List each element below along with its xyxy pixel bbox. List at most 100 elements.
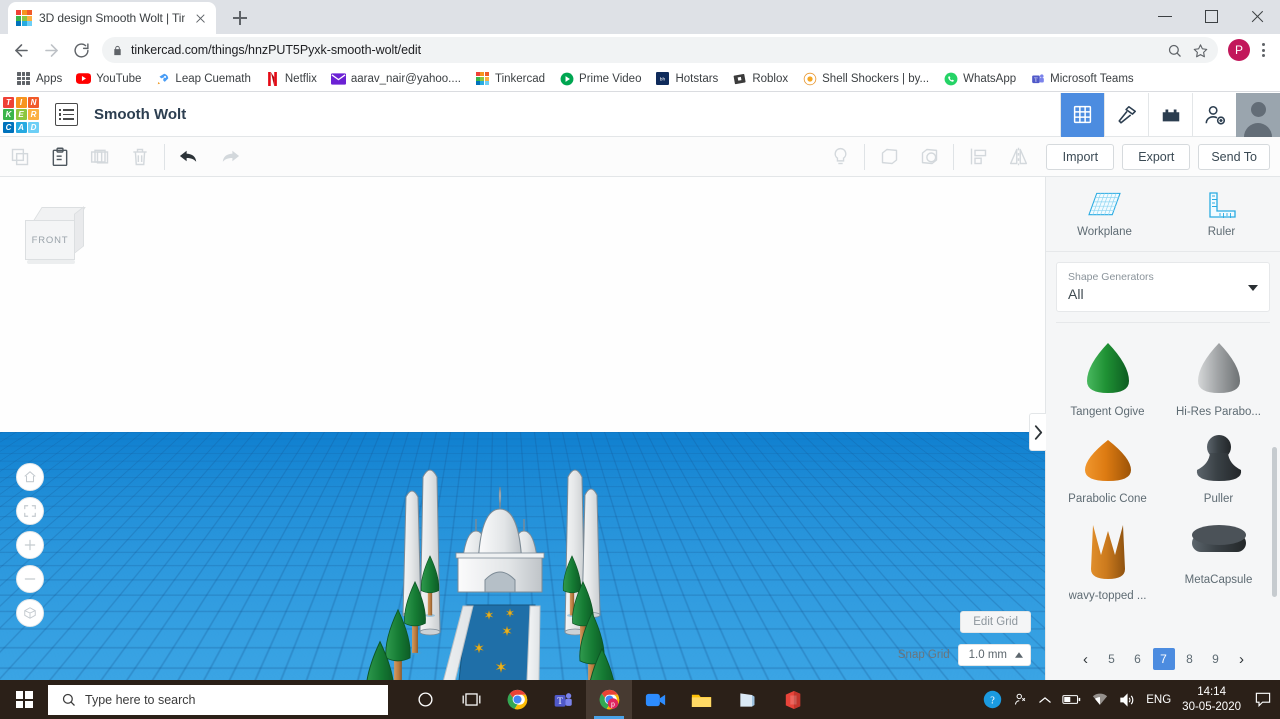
notification-icon[interactable]	[1252, 689, 1274, 711]
profile-avatar[interactable]: P	[1228, 39, 1250, 61]
fit-view-button[interactable]	[16, 497, 44, 525]
logo-letter: A	[15, 121, 27, 133]
browser-tab[interactable]: 3D design Smooth Wolt | Tinkerc	[8, 2, 216, 34]
close-window-button[interactable]	[1234, 0, 1280, 32]
minimize-button[interactable]	[1142, 0, 1188, 32]
shape-item-parabolic-cone[interactable]: Parabolic Cone	[1052, 424, 1163, 511]
invite-tab[interactable]	[1192, 92, 1236, 137]
chrome-active-icon[interactable]: p	[586, 680, 632, 719]
volume-icon[interactable]	[1119, 692, 1135, 707]
blocks-tab[interactable]	[1148, 92, 1192, 137]
mirror-button[interactable]	[998, 137, 1038, 177]
bookmark-label: Tinkercad	[494, 72, 546, 85]
kebab-menu-icon[interactable]	[1252, 37, 1274, 63]
bookmark-netflix[interactable]: Netflix	[259, 69, 323, 88]
start-button[interactable]	[0, 680, 48, 719]
new-tab-button[interactable]	[226, 4, 254, 32]
zoom-in-button[interactable]	[16, 531, 44, 559]
ruler-tool[interactable]: Ruler	[1163, 177, 1280, 251]
delete-button[interactable]	[120, 137, 160, 177]
pagination-page-5[interactable]: 5	[1101, 648, 1123, 670]
reload-button[interactable]	[66, 36, 96, 64]
redo-button[interactable]	[209, 137, 249, 177]
language-indicator[interactable]: ENG	[1146, 694, 1171, 706]
snap-grid-select[interactable]: 1.0 mm	[957, 644, 1031, 666]
view-cube[interactable]: FRONT	[25, 206, 86, 265]
view-cube-front[interactable]: FRONT	[25, 220, 75, 260]
bookmark-prime-video[interactable]: Prime Video	[553, 69, 647, 88]
bookmark-youtube[interactable]: YouTube	[70, 69, 147, 88]
zoom-icon[interactable]	[632, 680, 678, 719]
hammer-icon	[1117, 105, 1136, 124]
search-icon[interactable]	[1162, 38, 1186, 62]
align-button[interactable]	[958, 137, 998, 177]
bookmark-leap-cuemath[interactable]: Leap Cuemath	[149, 69, 256, 88]
import-button[interactable]: Import	[1046, 143, 1115, 170]
shape-item-tangent-ogive[interactable]: Tangent Ogive	[1052, 327, 1163, 424]
panel-collapse-toggle[interactable]	[1029, 413, 1046, 451]
bookmark-shell-shockers[interactable]: Shell Shockers | by...	[796, 69, 935, 88]
codeblocks-tab[interactable]	[1104, 92, 1148, 137]
bookmark-star-icon[interactable]	[1188, 38, 1212, 62]
duplicate-button[interactable]	[80, 137, 120, 177]
ungroup-button[interactable]	[909, 137, 949, 177]
office-icon[interactable]	[770, 680, 816, 719]
ortho-perspective-button[interactable]	[16, 599, 44, 627]
teams-icon[interactable]: T	[540, 680, 586, 719]
group-button[interactable]	[869, 137, 909, 177]
grid-view-tab[interactable]	[1060, 92, 1104, 137]
bookmark-microsoft-teams[interactable]: T Microsoft Teams	[1024, 69, 1140, 88]
home-view-button[interactable]	[16, 463, 44, 491]
taskbar-search[interactable]: Type here to search	[48, 684, 388, 715]
pagination-next[interactable]: ›	[1231, 648, 1253, 670]
forward-button[interactable]	[36, 36, 66, 64]
battery-icon[interactable]	[1062, 694, 1081, 705]
panel-scrollbar[interactable]	[1272, 447, 1277, 597]
pagination-page-9[interactable]: 9	[1205, 648, 1227, 670]
shape-item-wavy-topped[interactable]: wavy-topped ...	[1052, 511, 1163, 608]
pagination-page-7[interactable]: 7	[1152, 648, 1175, 670]
undo-button[interactable]	[169, 137, 209, 177]
project-list-icon[interactable]	[55, 103, 78, 126]
task-view-icon[interactable]	[448, 680, 494, 719]
maximize-button[interactable]	[1188, 0, 1234, 32]
light-bulb-button[interactable]	[820, 137, 860, 177]
close-icon[interactable]	[192, 10, 208, 26]
address-bar[interactable]: tinkercad.com/things/hnzPUT5Pyxk-smooth-…	[102, 37, 1218, 63]
pagination-page-8[interactable]: 8	[1179, 648, 1201, 670]
bookmark-tinkercad[interactable]: Tinkercad	[469, 69, 551, 88]
shape-generators-select[interactable]: Shape Generators All	[1056, 262, 1270, 312]
bookmark-hotstars[interactable]: bh Hotstars	[649, 69, 724, 88]
workplane-tool[interactable]: Workplane	[1046, 177, 1163, 251]
send-to-button[interactable]: Send To	[1198, 143, 1270, 170]
bookmark-apps[interactable]: Apps	[10, 69, 68, 88]
view-cube-side[interactable]	[74, 206, 84, 254]
pagination-page-6[interactable]: 6	[1127, 648, 1149, 670]
edit-grid-button[interactable]: Edit Grid	[960, 611, 1031, 633]
chrome-icon[interactable]	[494, 680, 540, 719]
store-icon[interactable]	[724, 680, 770, 719]
wifi-icon[interactable]	[1092, 693, 1108, 706]
back-button[interactable]	[6, 36, 36, 64]
shape-item-hires-parabolic[interactable]: Hi-Res Parabo...	[1163, 327, 1274, 424]
zoom-out-button[interactable]	[16, 565, 44, 593]
cortana-icon[interactable]	[402, 680, 448, 719]
clock[interactable]: 14:14 30-05-2020	[1182, 685, 1241, 714]
export-button[interactable]: Export	[1122, 143, 1191, 170]
tinkercad-logo[interactable]: T I N K E R C A D	[3, 96, 39, 133]
copy-button[interactable]	[0, 137, 40, 177]
file-explorer-icon[interactable]	[678, 680, 724, 719]
minus-icon	[24, 578, 36, 580]
pagination-prev[interactable]: ‹	[1075, 648, 1097, 670]
people-icon[interactable]	[1013, 692, 1028, 707]
3d-viewport[interactable]: FRONT Edit Grid Snap Grid 1.0 mm	[0, 177, 1045, 680]
shape-item-puller[interactable]: Puller	[1163, 424, 1274, 511]
bookmark-yahoo-mail[interactable]: aarav_nair@yahoo....	[325, 69, 467, 88]
shape-item-metacapsule[interactable]: MetaCapsule	[1163, 511, 1274, 608]
user-avatar[interactable]	[1236, 92, 1280, 137]
help-circle-icon[interactable]: ?	[983, 690, 1002, 709]
bookmark-roblox[interactable]: Roblox	[726, 69, 794, 88]
bookmark-whatsapp[interactable]: WhatsApp	[937, 69, 1022, 88]
paste-button[interactable]	[40, 137, 80, 177]
chevron-up-icon[interactable]	[1039, 696, 1051, 704]
